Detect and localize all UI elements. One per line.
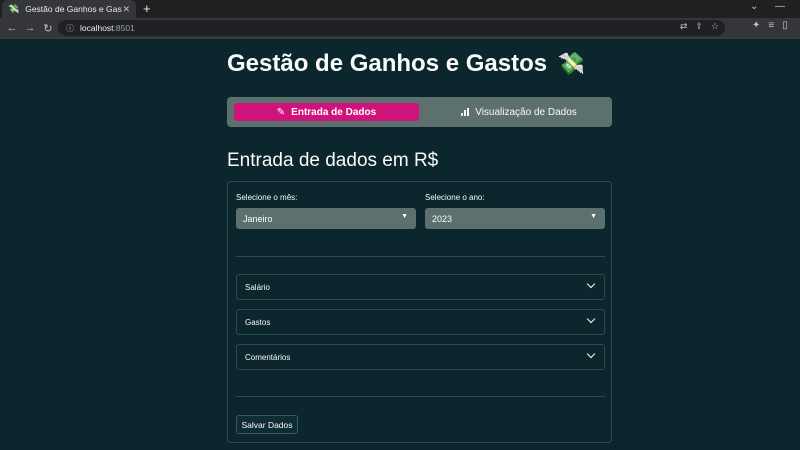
data-entry-form: Selecione o mês: Janeiro ▼ Selecione o a… — [227, 181, 612, 443]
money-favicon-icon: 💸 — [8, 3, 20, 14]
tab-search-icon[interactable]: ⌄ — [750, 1, 758, 12]
side-panel-icon[interactable]: ▯ — [782, 20, 788, 31]
expander-label: Comentários — [245, 352, 291, 362]
section-title: Entrada de dados em R$ — [227, 150, 439, 171]
extensions-icon[interactable]: ✦ — [752, 20, 760, 31]
month-label: Selecione o mês: — [236, 193, 298, 202]
expander-comentarios[interactable]: Comentários — [236, 344, 605, 370]
form-divider — [236, 256, 605, 257]
tab-entrada-de-dados[interactable]: ✎ Entrada de Dados — [234, 103, 419, 121]
browser-toolbar: ← → ↻ ⓘ localhost:8501 ⇄ ⇪ ☆ ✦ ≡ ▯ — [0, 18, 800, 38]
month-select[interactable]: Janeiro ▼ — [236, 208, 416, 229]
tab-visualizacao-de-dados[interactable]: Visualização de Dados — [432, 103, 606, 121]
tab-label: Entrada de Dados — [291, 106, 377, 118]
chevron-down-icon — [586, 349, 596, 359]
money-wings-icon: 💸 — [557, 51, 586, 76]
chevron-down-icon: ▼ — [401, 213, 408, 220]
chevron-down-icon — [586, 279, 596, 289]
forward-icon[interactable]: → — [21, 22, 39, 34]
new-tab-button[interactable]: + — [143, 2, 151, 16]
pencil-icon: ✎ — [276, 106, 286, 118]
expander-label: Gastos — [245, 317, 271, 327]
reload-icon[interactable]: ↻ — [39, 22, 57, 35]
url-host: localhost — [80, 23, 114, 33]
page-title-text: Gestão de Ganhos e Gastos — [227, 50, 548, 77]
translate-icon[interactable]: ⇄ — [680, 21, 688, 32]
tabs-container: ✎ Entrada de Dados Visualização de Dados — [227, 97, 612, 127]
address-bar[interactable]: ⓘ localhost:8501 ⇄ ⇪ ☆ — [58, 20, 725, 36]
share-icon[interactable]: ⇪ — [695, 21, 703, 32]
save-button[interactable]: Salvar Dados — [236, 415, 298, 434]
tab-title: Gestão de Ganhos e Gastos — [25, 4, 123, 14]
chevron-down-icon — [586, 314, 596, 324]
browser-tab-bar: 💸 Gestão de Ganhos e Gastos ✕ + ⌄ — — [0, 0, 800, 18]
url-port: :8501 — [113, 23, 135, 33]
month-select-value: Janeiro — [243, 213, 273, 224]
year-select[interactable]: 2023 ▼ — [425, 208, 605, 229]
bookmark-star-icon[interactable]: ☆ — [711, 21, 719, 32]
tab-close-icon[interactable]: ✕ — [122, 4, 130, 15]
browser-tab[interactable]: 💸 Gestão de Ganhos e Gastos ✕ — [2, 0, 136, 18]
expander-salario[interactable]: Salário — [236, 274, 605, 300]
tab-label: Visualização de Dados — [475, 106, 577, 118]
chevron-down-icon: ▼ — [590, 213, 597, 220]
year-select-value: 2023 — [432, 213, 453, 224]
expander-gastos[interactable]: Gastos — [236, 309, 605, 335]
back-icon[interactable]: ← — [3, 22, 21, 34]
minimize-icon[interactable]: — — [775, 1, 785, 12]
expander-label: Salário — [245, 282, 270, 292]
bar-chart-icon — [461, 108, 470, 116]
page-title: Gestão de Ganhos e Gastos 💸 — [227, 50, 585, 78]
year-label: Selecione o ano: — [425, 193, 485, 202]
form-divider — [236, 396, 605, 397]
site-info-icon[interactable]: ⓘ — [66, 23, 74, 34]
toolbar-divider — [0, 38, 800, 39]
reading-list-icon[interactable]: ≡ — [768, 20, 774, 31]
